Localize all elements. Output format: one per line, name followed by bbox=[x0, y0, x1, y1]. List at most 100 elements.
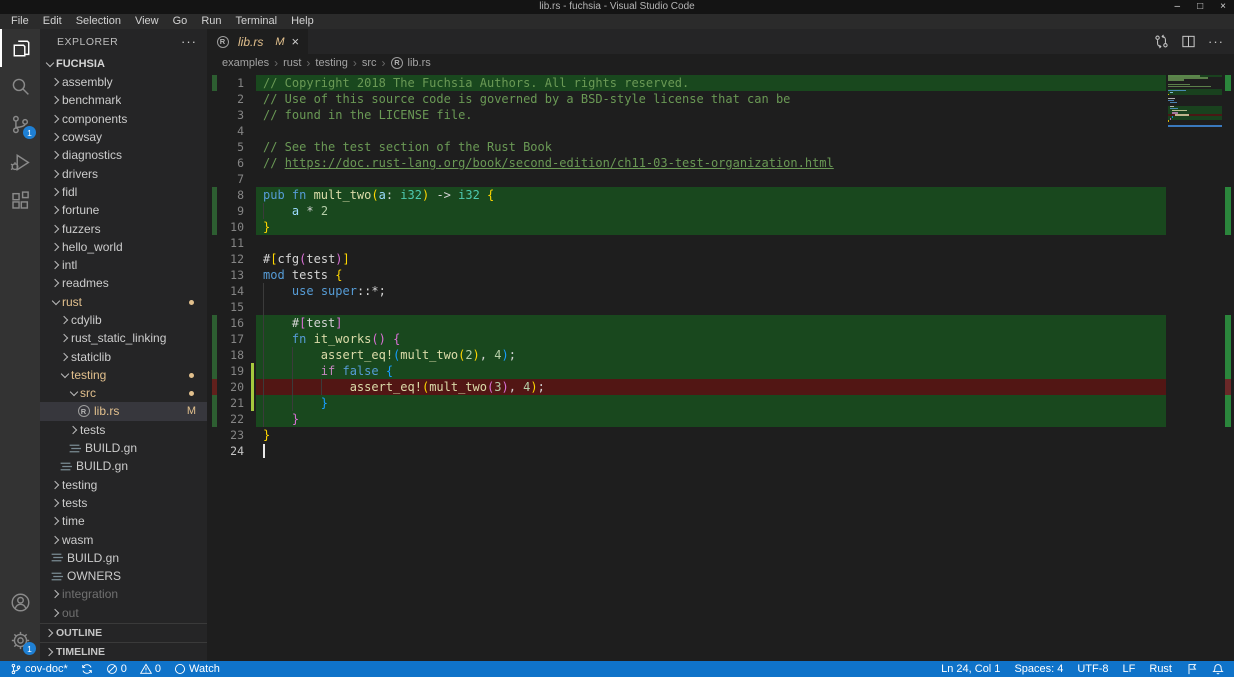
tab-lib-rs[interactable]: R lib.rs M × bbox=[207, 29, 308, 54]
tree-item-src[interactable]: src bbox=[40, 384, 207, 402]
status-cursor-position[interactable]: Ln 24, Col 1 bbox=[941, 663, 1000, 675]
code-line-7[interactable]: 7 bbox=[207, 171, 1168, 187]
open-changes-button[interactable] bbox=[1154, 34, 1169, 49]
code-line-16[interactable]: 16 #[test] bbox=[207, 315, 1168, 331]
activitybar-settings[interactable]: 1 bbox=[0, 621, 40, 659]
menu-item-go[interactable]: Go bbox=[166, 14, 195, 29]
code-line-18[interactable]: 18 assert_eq!(mult_two(2), 4); bbox=[207, 347, 1168, 363]
breadcrumb-item-lib-rs[interactable]: Rlib.rs bbox=[391, 57, 431, 70]
code-line-22[interactable]: 22 } bbox=[207, 411, 1168, 427]
tree-item-wasm[interactable]: wasm bbox=[40, 530, 207, 548]
tree-item-tests[interactable]: tests bbox=[40, 494, 207, 512]
menu-item-file[interactable]: File bbox=[4, 14, 36, 29]
panel-header-outline[interactable]: OUTLINE bbox=[40, 623, 207, 642]
tree-item-rust[interactable]: rust bbox=[40, 293, 207, 311]
tree-item-testing[interactable]: testing bbox=[40, 366, 207, 384]
tree-item-rust-static-linking[interactable]: rust_static_linking bbox=[40, 329, 207, 347]
tree-item-lib-rs[interactable]: Rlib.rsM bbox=[40, 402, 207, 420]
code-line-23[interactable]: 23} bbox=[207, 427, 1168, 443]
close-button[interactable]: × bbox=[1220, 0, 1226, 14]
more-actions-button[interactable]: ··· bbox=[1208, 34, 1224, 49]
status-language[interactable]: Rust bbox=[1149, 663, 1172, 675]
menu-item-edit[interactable]: Edit bbox=[36, 14, 69, 29]
status-errors[interactable]: 0 bbox=[106, 663, 127, 675]
code-line-1[interactable]: 1// Copyright 2018 The Fuchsia Authors. … bbox=[207, 75, 1168, 91]
tree-item-assembly[interactable]: assembly bbox=[40, 73, 207, 91]
activitybar-search[interactable] bbox=[0, 67, 40, 105]
tree-item-out[interactable]: out bbox=[40, 604, 207, 622]
tree-item-intl[interactable]: intl bbox=[40, 256, 207, 274]
code-line-12[interactable]: 12#[cfg(test)] bbox=[207, 251, 1168, 267]
explorer-more-actions-button[interactable]: ··· bbox=[181, 34, 197, 49]
minimap[interactable] bbox=[1168, 75, 1222, 127]
code-line-10[interactable]: 10} bbox=[207, 219, 1168, 235]
code-line-4[interactable]: 4 bbox=[207, 123, 1168, 139]
status-sync[interactable] bbox=[81, 663, 93, 675]
tree-item-fortune[interactable]: fortune bbox=[40, 201, 207, 219]
activitybar-run-and-debug[interactable] bbox=[0, 143, 40, 181]
tree-item-build-gn[interactable]: BUILD.gn bbox=[40, 549, 207, 567]
breadcrumb-item-rust[interactable]: rust bbox=[283, 57, 301, 69]
tree-item-tests[interactable]: tests bbox=[40, 421, 207, 439]
tree-item-benchmark[interactable]: benchmark bbox=[40, 91, 207, 109]
tree-item-build-gn[interactable]: BUILD.gn bbox=[40, 439, 207, 457]
tree-item-integration[interactable]: integration bbox=[40, 585, 207, 603]
activitybar-explorer[interactable] bbox=[0, 29, 40, 67]
code-line-14[interactable]: 14 use super::*; bbox=[207, 283, 1168, 299]
status-feedback[interactable] bbox=[1186, 663, 1198, 675]
tree-item-owners[interactable]: OWNERS bbox=[40, 567, 207, 585]
tree-item-build-gn[interactable]: BUILD.gn bbox=[40, 457, 207, 475]
maximize-button[interactable]: □ bbox=[1197, 0, 1203, 14]
tree-item-fidl[interactable]: fidl bbox=[40, 183, 207, 201]
tree-item-drivers[interactable]: drivers bbox=[40, 164, 207, 182]
tree-item-time[interactable]: time bbox=[40, 512, 207, 530]
status-encoding[interactable]: UTF-8 bbox=[1077, 663, 1108, 675]
code-line-9[interactable]: 9 a * 2 bbox=[207, 203, 1168, 219]
minimize-button[interactable]: – bbox=[1175, 0, 1181, 14]
code-line-3[interactable]: 3// found in the LICENSE file. bbox=[207, 107, 1168, 123]
menu-item-terminal[interactable]: Terminal bbox=[229, 14, 285, 29]
code-line-15[interactable]: 15 bbox=[207, 299, 1168, 315]
status-watch[interactable]: Watch bbox=[174, 663, 220, 675]
tree-item-fuzzers[interactable]: fuzzers bbox=[40, 219, 207, 237]
tree-item-components[interactable]: components bbox=[40, 110, 207, 128]
tree-item-staticlib[interactable]: staticlib bbox=[40, 347, 207, 365]
status-eol[interactable]: LF bbox=[1123, 663, 1136, 675]
code-line-6[interactable]: 6// https://doc.rust-lang.org/book/secon… bbox=[207, 155, 1168, 171]
code-line-5[interactable]: 5// See the test section of the Rust Boo… bbox=[207, 139, 1168, 155]
code-line-2[interactable]: 2// Use of this source code is governed … bbox=[207, 91, 1168, 107]
breadcrumb-item-testing[interactable]: testing bbox=[315, 57, 347, 69]
code-line-21[interactable]: 21 } bbox=[207, 395, 1168, 411]
workspace-section-header[interactable]: FUCHSIA bbox=[40, 54, 207, 73]
tree-item-readmes[interactable]: readmes bbox=[40, 274, 207, 292]
activitybar-accounts[interactable] bbox=[0, 583, 40, 621]
menu-item-run[interactable]: Run bbox=[194, 14, 228, 29]
panel-header-timeline[interactable]: TIMELINE bbox=[40, 642, 207, 661]
split-editor-button[interactable] bbox=[1181, 34, 1196, 49]
tree-item-diagnostics[interactable]: diagnostics bbox=[40, 146, 207, 164]
code-line-19[interactable]: 19 if false { bbox=[207, 363, 1168, 379]
code-line-24[interactable]: 24 bbox=[207, 443, 1168, 459]
menu-item-selection[interactable]: Selection bbox=[69, 14, 128, 29]
status-notifications[interactable] bbox=[1212, 663, 1224, 675]
code-line-11[interactable]: 11 bbox=[207, 235, 1168, 251]
code-line-8[interactable]: 8pub fn mult_two(a: i32) -> i32 { bbox=[207, 187, 1168, 203]
status-indentation[interactable]: Spaces: 4 bbox=[1014, 663, 1063, 675]
tab-close-button[interactable]: × bbox=[292, 34, 300, 49]
tree-item-testing[interactable]: testing bbox=[40, 476, 207, 494]
menu-item-view[interactable]: View bbox=[128, 14, 166, 29]
tree-item-hello-world[interactable]: hello_world bbox=[40, 238, 207, 256]
code-line-17[interactable]: 17 fn it_works() { bbox=[207, 331, 1168, 347]
status-git-branch[interactable]: cov-doc* bbox=[10, 663, 68, 675]
breadcrumb-item-src[interactable]: src bbox=[362, 57, 377, 69]
activitybar-extensions[interactable] bbox=[0, 181, 40, 219]
chevron-right-icon bbox=[59, 354, 71, 360]
code-line-13[interactable]: 13mod tests { bbox=[207, 267, 1168, 283]
tree-item-cdylib[interactable]: cdylib bbox=[40, 311, 207, 329]
menu-item-help[interactable]: Help bbox=[284, 14, 321, 29]
breadcrumb-item-examples[interactable]: examples bbox=[222, 57, 269, 69]
tree-item-cowsay[interactable]: cowsay bbox=[40, 128, 207, 146]
activitybar-source-control[interactable]: 1 bbox=[0, 105, 40, 143]
status-warnings[interactable]: 0 bbox=[140, 663, 161, 675]
code-line-20[interactable]: 20 assert_eq!(mult_two(3), 4); bbox=[207, 379, 1168, 395]
